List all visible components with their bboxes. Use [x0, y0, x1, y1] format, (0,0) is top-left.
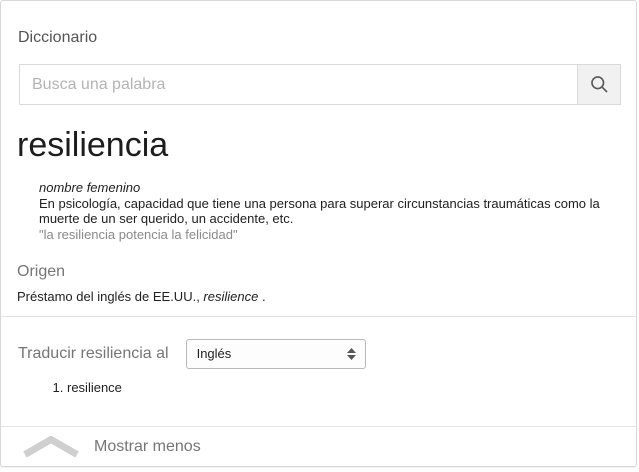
origin-text: Préstamo del inglés de EE.UU., resilienc…: [17, 289, 620, 305]
search-icon: [589, 74, 610, 95]
up-down-arrows-icon: [347, 348, 356, 360]
origin-heading: Origen: [17, 262, 620, 281]
page: Diccionario resiliencia nombre femenino …: [0, 0, 639, 472]
definition-block: nombre femenino En psicología, capacidad…: [39, 180, 604, 242]
example-sentence: "la resiliencia potencia la felicidad": [39, 227, 604, 243]
origin-prefix: Préstamo del inglés de EE.UU.,: [17, 289, 203, 304]
show-less-button[interactable]: Mostrar menos: [1, 426, 636, 466]
show-less-label: Mostrar menos: [94, 438, 201, 456]
origin-loanword: resilience: [203, 289, 258, 304]
section-divider: [1, 316, 636, 317]
definition-text: En psicología, capacidad que tiene una p…: [39, 196, 604, 227]
origin-suffix: .: [258, 289, 265, 304]
part-of-speech: nombre femenino: [39, 180, 604, 196]
language-select[interactable]: Inglés: [186, 339, 366, 369]
dictionary-card: Diccionario resiliencia nombre femenino …: [0, 0, 637, 467]
chevron-up-icon: [21, 436, 81, 458]
language-select-value: Inglés: [187, 346, 232, 361]
headword: resiliencia: [17, 127, 620, 163]
card-title: Diccionario: [18, 28, 619, 47]
translate-row: Traducir resiliencia al Inglés: [18, 339, 636, 369]
translate-label: Traducir resiliencia al: [18, 344, 169, 363]
translations-list: resilience: [1, 380, 636, 396]
search-input[interactable]: [19, 64, 578, 105]
search-bar: [19, 64, 621, 105]
search-button[interactable]: [577, 64, 621, 105]
translation-item: resilience: [67, 380, 636, 396]
